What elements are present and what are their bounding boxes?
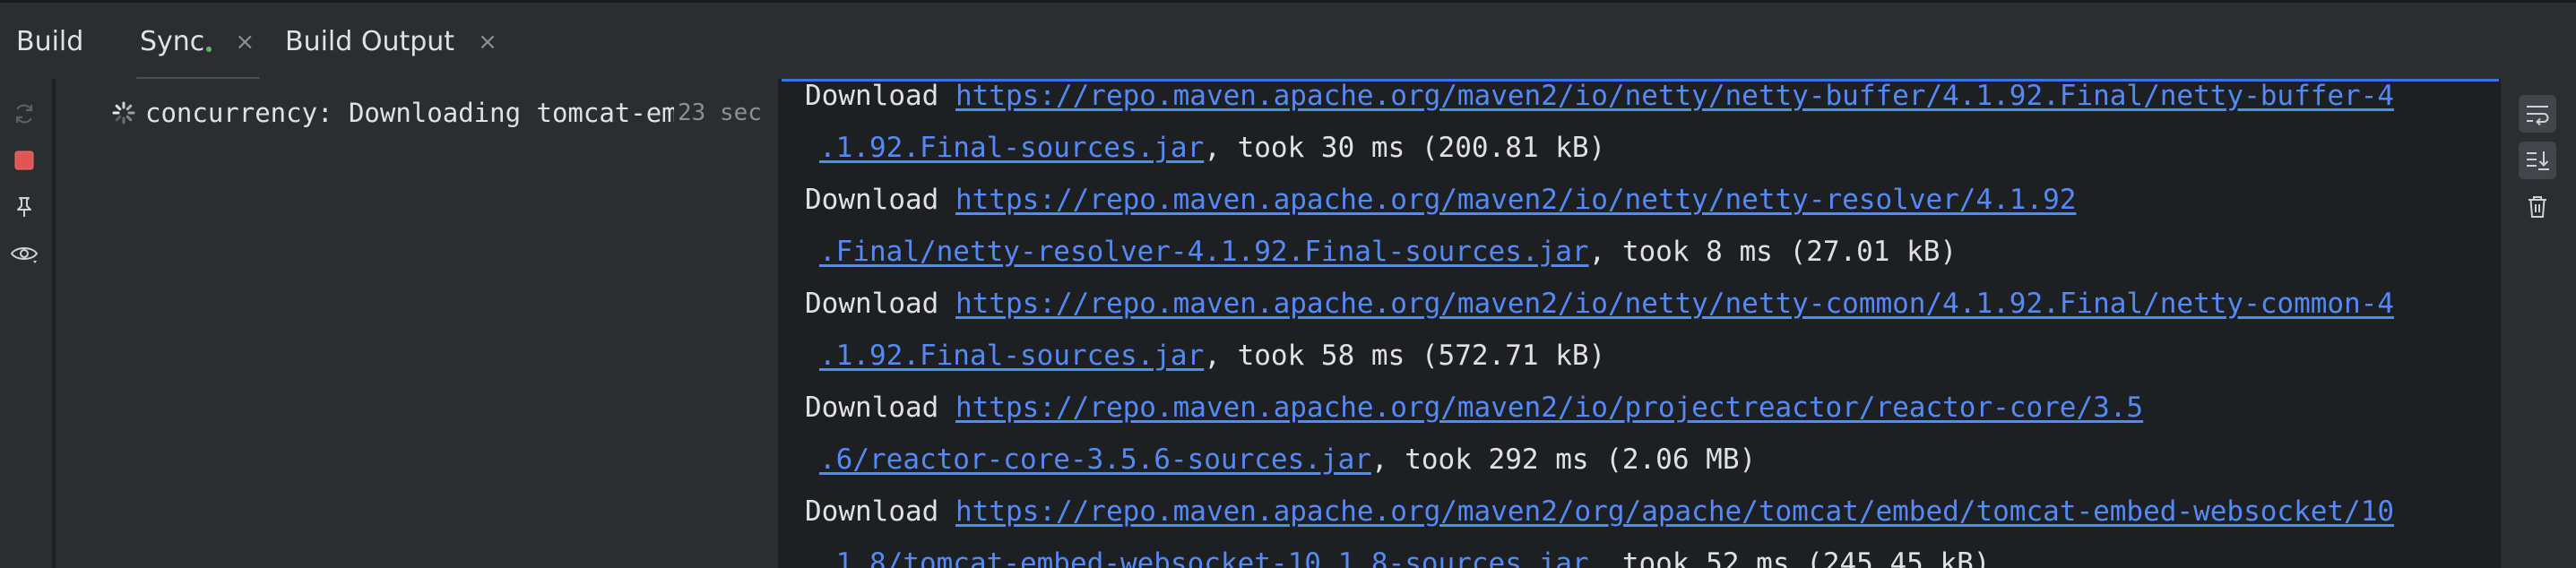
tab-sync-label: Sync xyxy=(140,26,205,57)
sync-status-dot xyxy=(206,47,212,52)
console-download-link[interactable]: https://repo.maven.apache.org/maven2/io/… xyxy=(955,288,2394,320)
console-line-suffix: , took 58 ms (572.71 kB) xyxy=(1204,340,1606,372)
console-line-prefix: Download xyxy=(805,80,955,112)
console-download-link[interactable]: .1.92.Final-sources.jar xyxy=(819,340,1204,372)
console-lines: Download https://repo.maven.apache.org/m… xyxy=(805,80,2394,568)
console-download-link[interactable]: https://repo.maven.apache.org/maven2/org… xyxy=(955,495,2394,528)
tab-sync-close-icon[interactable]: × xyxy=(235,30,255,54)
console-line: .1.92.Final-sources.jar, took 30 ms (200… xyxy=(805,122,2394,174)
console-download-link[interactable]: .Final/netty-resolver-4.1.92.Final-sourc… xyxy=(819,236,1589,268)
tree-row-label: concurrency: Downloading tomcat-em xyxy=(145,98,674,128)
stop-icon[interactable] xyxy=(9,145,39,176)
tab-build-output[interactable]: Build Output × xyxy=(285,3,497,82)
left-action-strip xyxy=(0,79,54,568)
console-line: Download https://repo.maven.apache.org/m… xyxy=(805,174,2394,226)
tab-build-output-close-icon[interactable]: × xyxy=(478,30,497,54)
console-line: Download https://repo.maven.apache.org/m… xyxy=(805,278,2394,330)
view-options-icon[interactable] xyxy=(9,238,39,269)
tab-build-label: Build xyxy=(16,26,84,57)
tab-sync[interactable]: Sync × xyxy=(136,3,260,82)
build-tool-window: Build Sync × Build Output × concurrency:… xyxy=(0,0,2576,568)
tree-row-concurrency[interactable]: concurrency: Downloading tomcat-em 23 se… xyxy=(111,93,762,133)
console-line-suffix: , took 30 ms (200.81 kB) xyxy=(1204,132,1606,164)
console-line: Download https://repo.maven.apache.org/m… xyxy=(805,80,2394,122)
sync-tree-panel: concurrency: Downloading tomcat-em 23 se… xyxy=(56,79,780,568)
soft-wrap-icon[interactable] xyxy=(2519,95,2556,133)
tab-build[interactable]: Build xyxy=(16,3,83,82)
tab-build-output-label: Build Output xyxy=(285,26,455,57)
pin-icon[interactable] xyxy=(9,192,39,222)
console-line-prefix: Download xyxy=(805,288,955,320)
rerun-icon[interactable] xyxy=(9,99,39,129)
console-download-link[interactable]: .6/reactor-core-3.5.6-sources.jar xyxy=(819,443,1371,476)
console-line-prefix: Download xyxy=(805,184,955,216)
console-download-link[interactable]: .1.92.Final-sources.jar xyxy=(819,132,1204,164)
console-line: Download https://repo.maven.apache.org/m… xyxy=(805,486,2394,538)
console-line: .1.92.Final-sources.jar, took 58 ms (572… xyxy=(805,330,2394,382)
console-output[interactable]: Download https://repo.maven.apache.org/m… xyxy=(782,79,2499,568)
scroll-to-end-icon[interactable] xyxy=(2519,142,2556,179)
loading-spinner-icon xyxy=(112,101,135,125)
console-line-prefix: Download xyxy=(805,495,955,528)
tab-bar: Build Sync × Build Output × xyxy=(0,0,2576,82)
console-download-link[interactable]: https://repo.maven.apache.org/maven2/io/… xyxy=(955,184,2076,216)
right-toolbar xyxy=(2499,79,2576,568)
tree-row-elapsed-time: 23 sec xyxy=(678,99,762,126)
console-line: .1.8/tomcat-embed-websocket-10.1.8-sourc… xyxy=(805,538,2394,568)
console-line: .6/reactor-core-3.5.6-sources.jar, took … xyxy=(805,434,2394,486)
clear-all-icon[interactable] xyxy=(2519,188,2556,226)
console-line-suffix: , took 292 ms (2.06 MB) xyxy=(1370,443,1757,476)
console-line-suffix: , took 52 ms (245.45 kB) xyxy=(1588,547,1991,568)
console-line: Download https://repo.maven.apache.org/m… xyxy=(805,382,2394,434)
console-download-link[interactable]: https://repo.maven.apache.org/maven2/io/… xyxy=(955,82,2394,112)
console-line-suffix: , took 8 ms (27.01 kB) xyxy=(1588,236,1958,268)
console-download-link[interactable]: https://repo.maven.apache.org/maven2/io/… xyxy=(955,392,2143,424)
console-download-link[interactable]: .1.8/tomcat-embed-websocket-10.1.8-sourc… xyxy=(819,547,1589,568)
console-line: .Final/netty-resolver-4.1.92.Final-sourc… xyxy=(805,226,2394,278)
console-line-prefix: Download xyxy=(805,392,955,424)
